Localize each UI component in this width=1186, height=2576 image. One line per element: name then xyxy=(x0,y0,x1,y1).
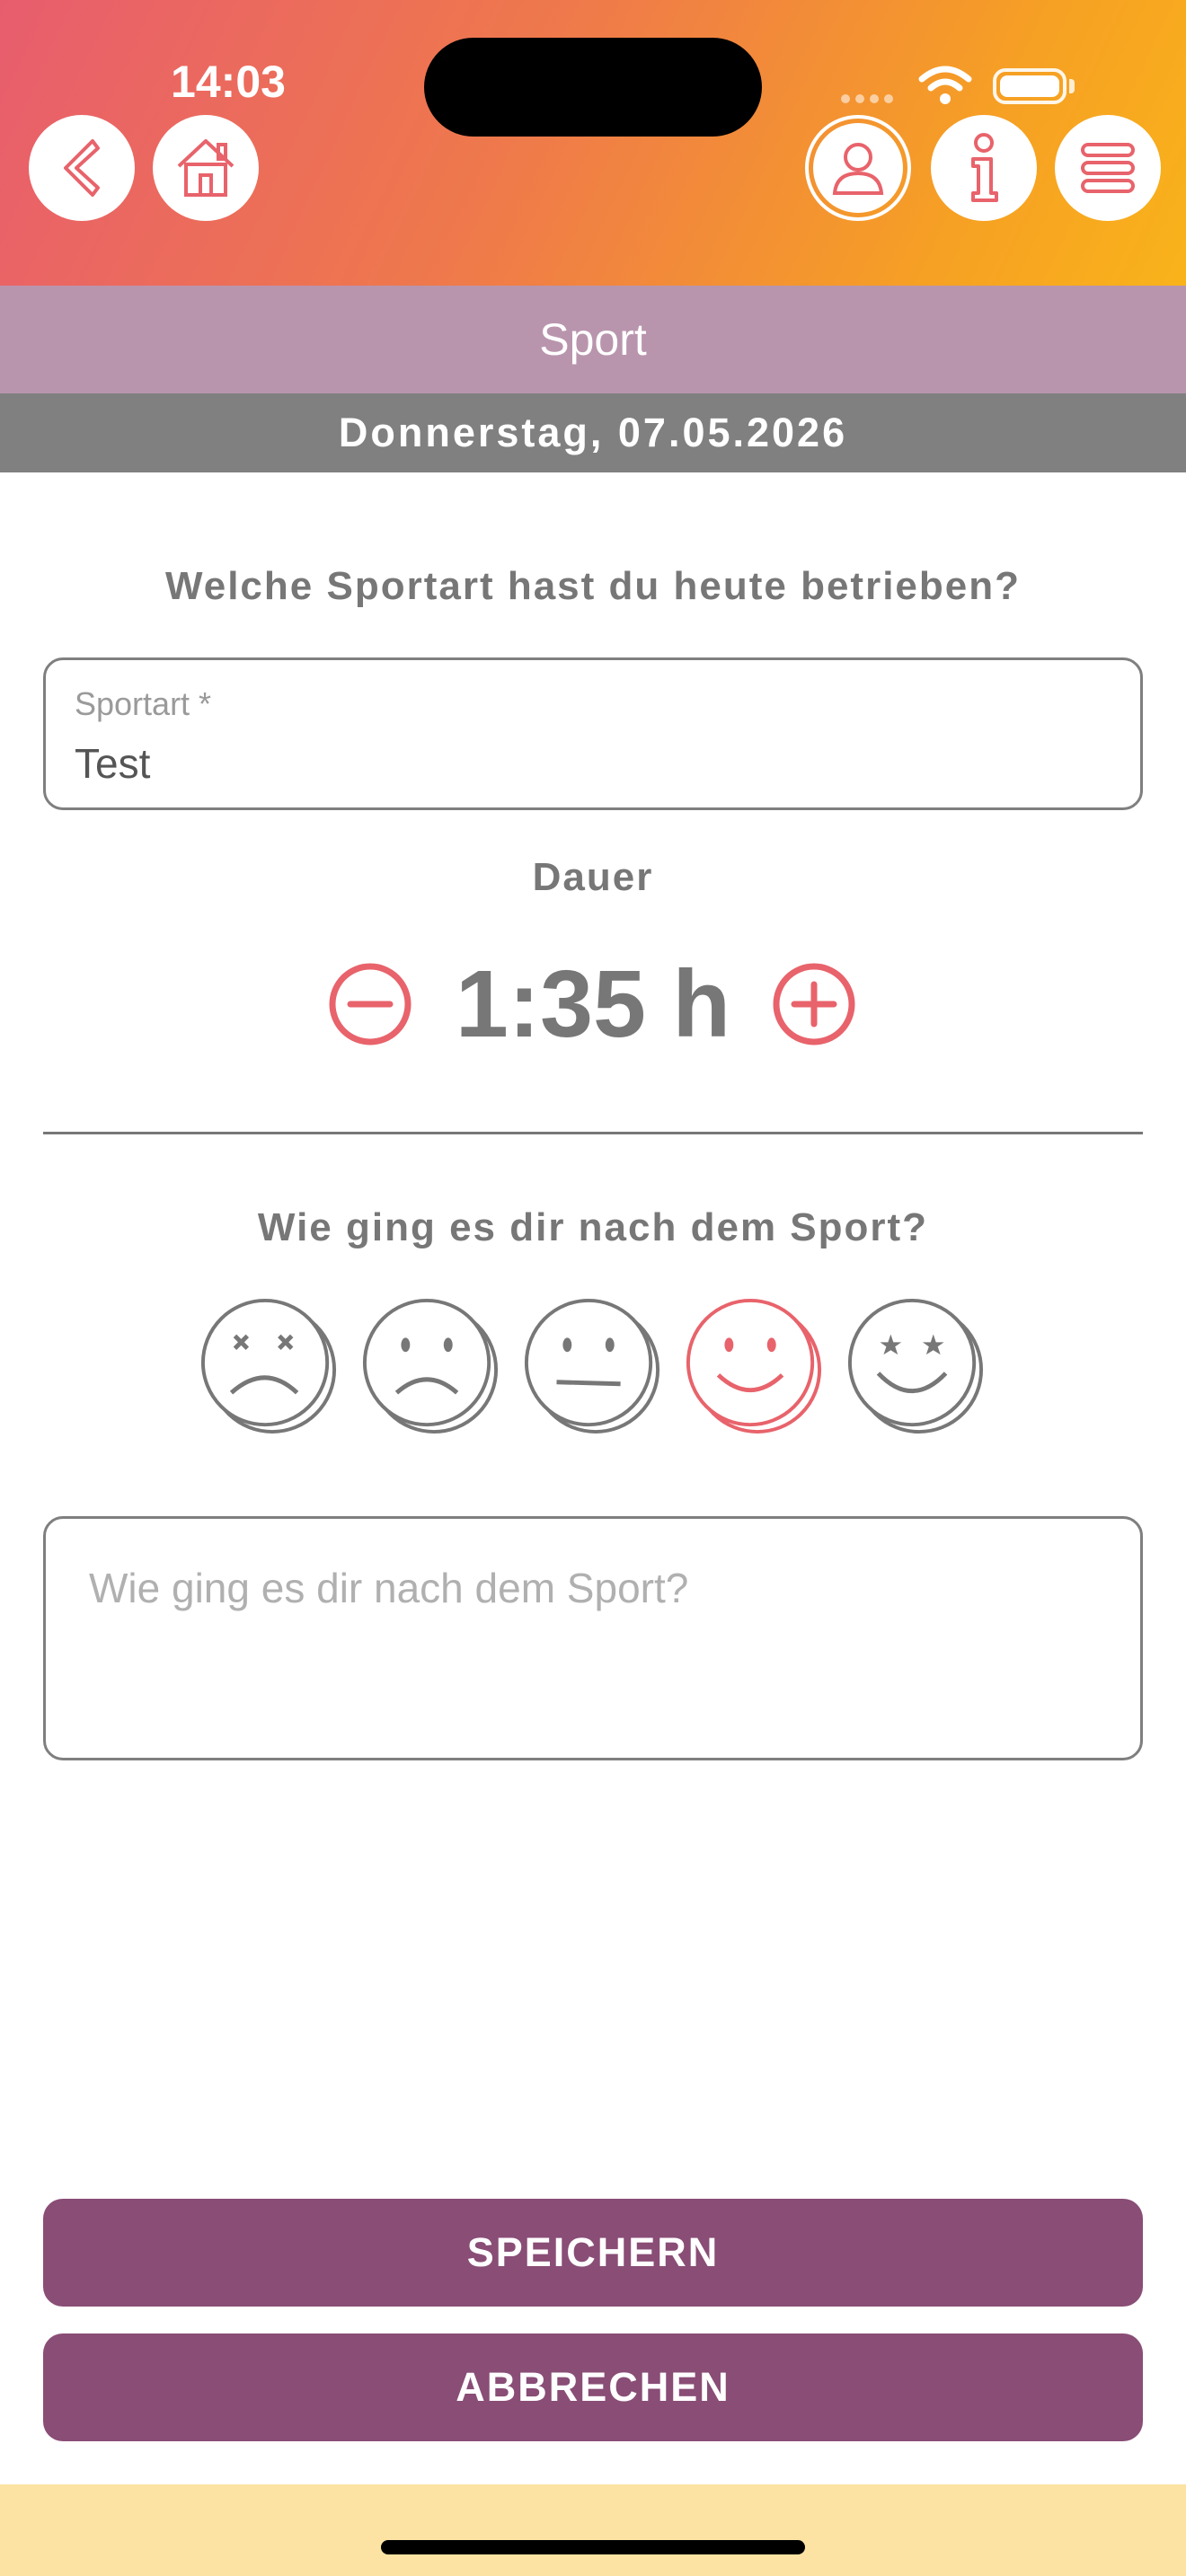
cellular-signal-icon xyxy=(841,92,898,108)
notes-placeholder: Wie ging es dir nach dem Sport? xyxy=(89,1565,689,1611)
cancel-button[interactable]: ABBRECHEN xyxy=(43,2333,1143,2441)
mood-selector xyxy=(198,1295,988,1448)
menu-button[interactable] xyxy=(1055,115,1161,221)
mood-bad-icon[interactable] xyxy=(359,1295,501,1437)
date-bar: Donnerstag, 07.05.2026 xyxy=(0,393,1186,472)
sport-input[interactable]: Sportart * Test xyxy=(43,657,1143,810)
back-button[interactable] xyxy=(29,115,135,221)
increase-duration-button[interactable] xyxy=(769,959,859,1049)
dynamic-island xyxy=(424,38,762,137)
mood-good-icon[interactable] xyxy=(683,1295,825,1437)
wifi-icon xyxy=(918,66,972,104)
home-indicator[interactable] xyxy=(381,2540,805,2554)
mood-very-good-icon[interactable] xyxy=(845,1295,987,1437)
battery-tip xyxy=(1069,79,1075,93)
battery-icon xyxy=(993,68,1067,104)
title-bar: Sport xyxy=(0,286,1186,393)
duration-value: 1:35 h xyxy=(455,951,731,1057)
decrease-duration-button[interactable] xyxy=(325,959,415,1049)
status-time: 14:03 xyxy=(171,57,286,107)
home-icon xyxy=(177,139,235,197)
bottom-bar xyxy=(0,2484,1186,2576)
back-icon xyxy=(64,139,100,197)
notes-textarea[interactable]: Wie ging es dir nach dem Sport? xyxy=(43,1516,1143,1760)
sport-question: Welche Sportart hast du heute betrieben? xyxy=(165,564,1021,608)
info-icon xyxy=(971,133,998,202)
page-title: Sport xyxy=(539,314,647,365)
divider xyxy=(43,1132,1143,1134)
sport-input-label: Sportart * xyxy=(75,685,212,722)
date-text: Donnerstag, 07.05.2026 xyxy=(338,410,848,455)
mood-question: Wie ging es dir nach dem Sport? xyxy=(257,1205,929,1249)
profile-icon xyxy=(832,143,884,195)
profile-button[interactable] xyxy=(805,115,911,221)
info-button[interactable] xyxy=(931,115,1037,221)
home-button[interactable] xyxy=(153,115,259,221)
duration-label: Dauer xyxy=(532,855,654,899)
mood-very-bad-icon[interactable] xyxy=(198,1295,340,1437)
sport-input-value: Test xyxy=(75,740,151,787)
menu-icon xyxy=(1081,143,1135,193)
mood-neutral-icon[interactable] xyxy=(521,1295,663,1437)
save-button[interactable]: SPEICHERN xyxy=(43,2199,1143,2307)
